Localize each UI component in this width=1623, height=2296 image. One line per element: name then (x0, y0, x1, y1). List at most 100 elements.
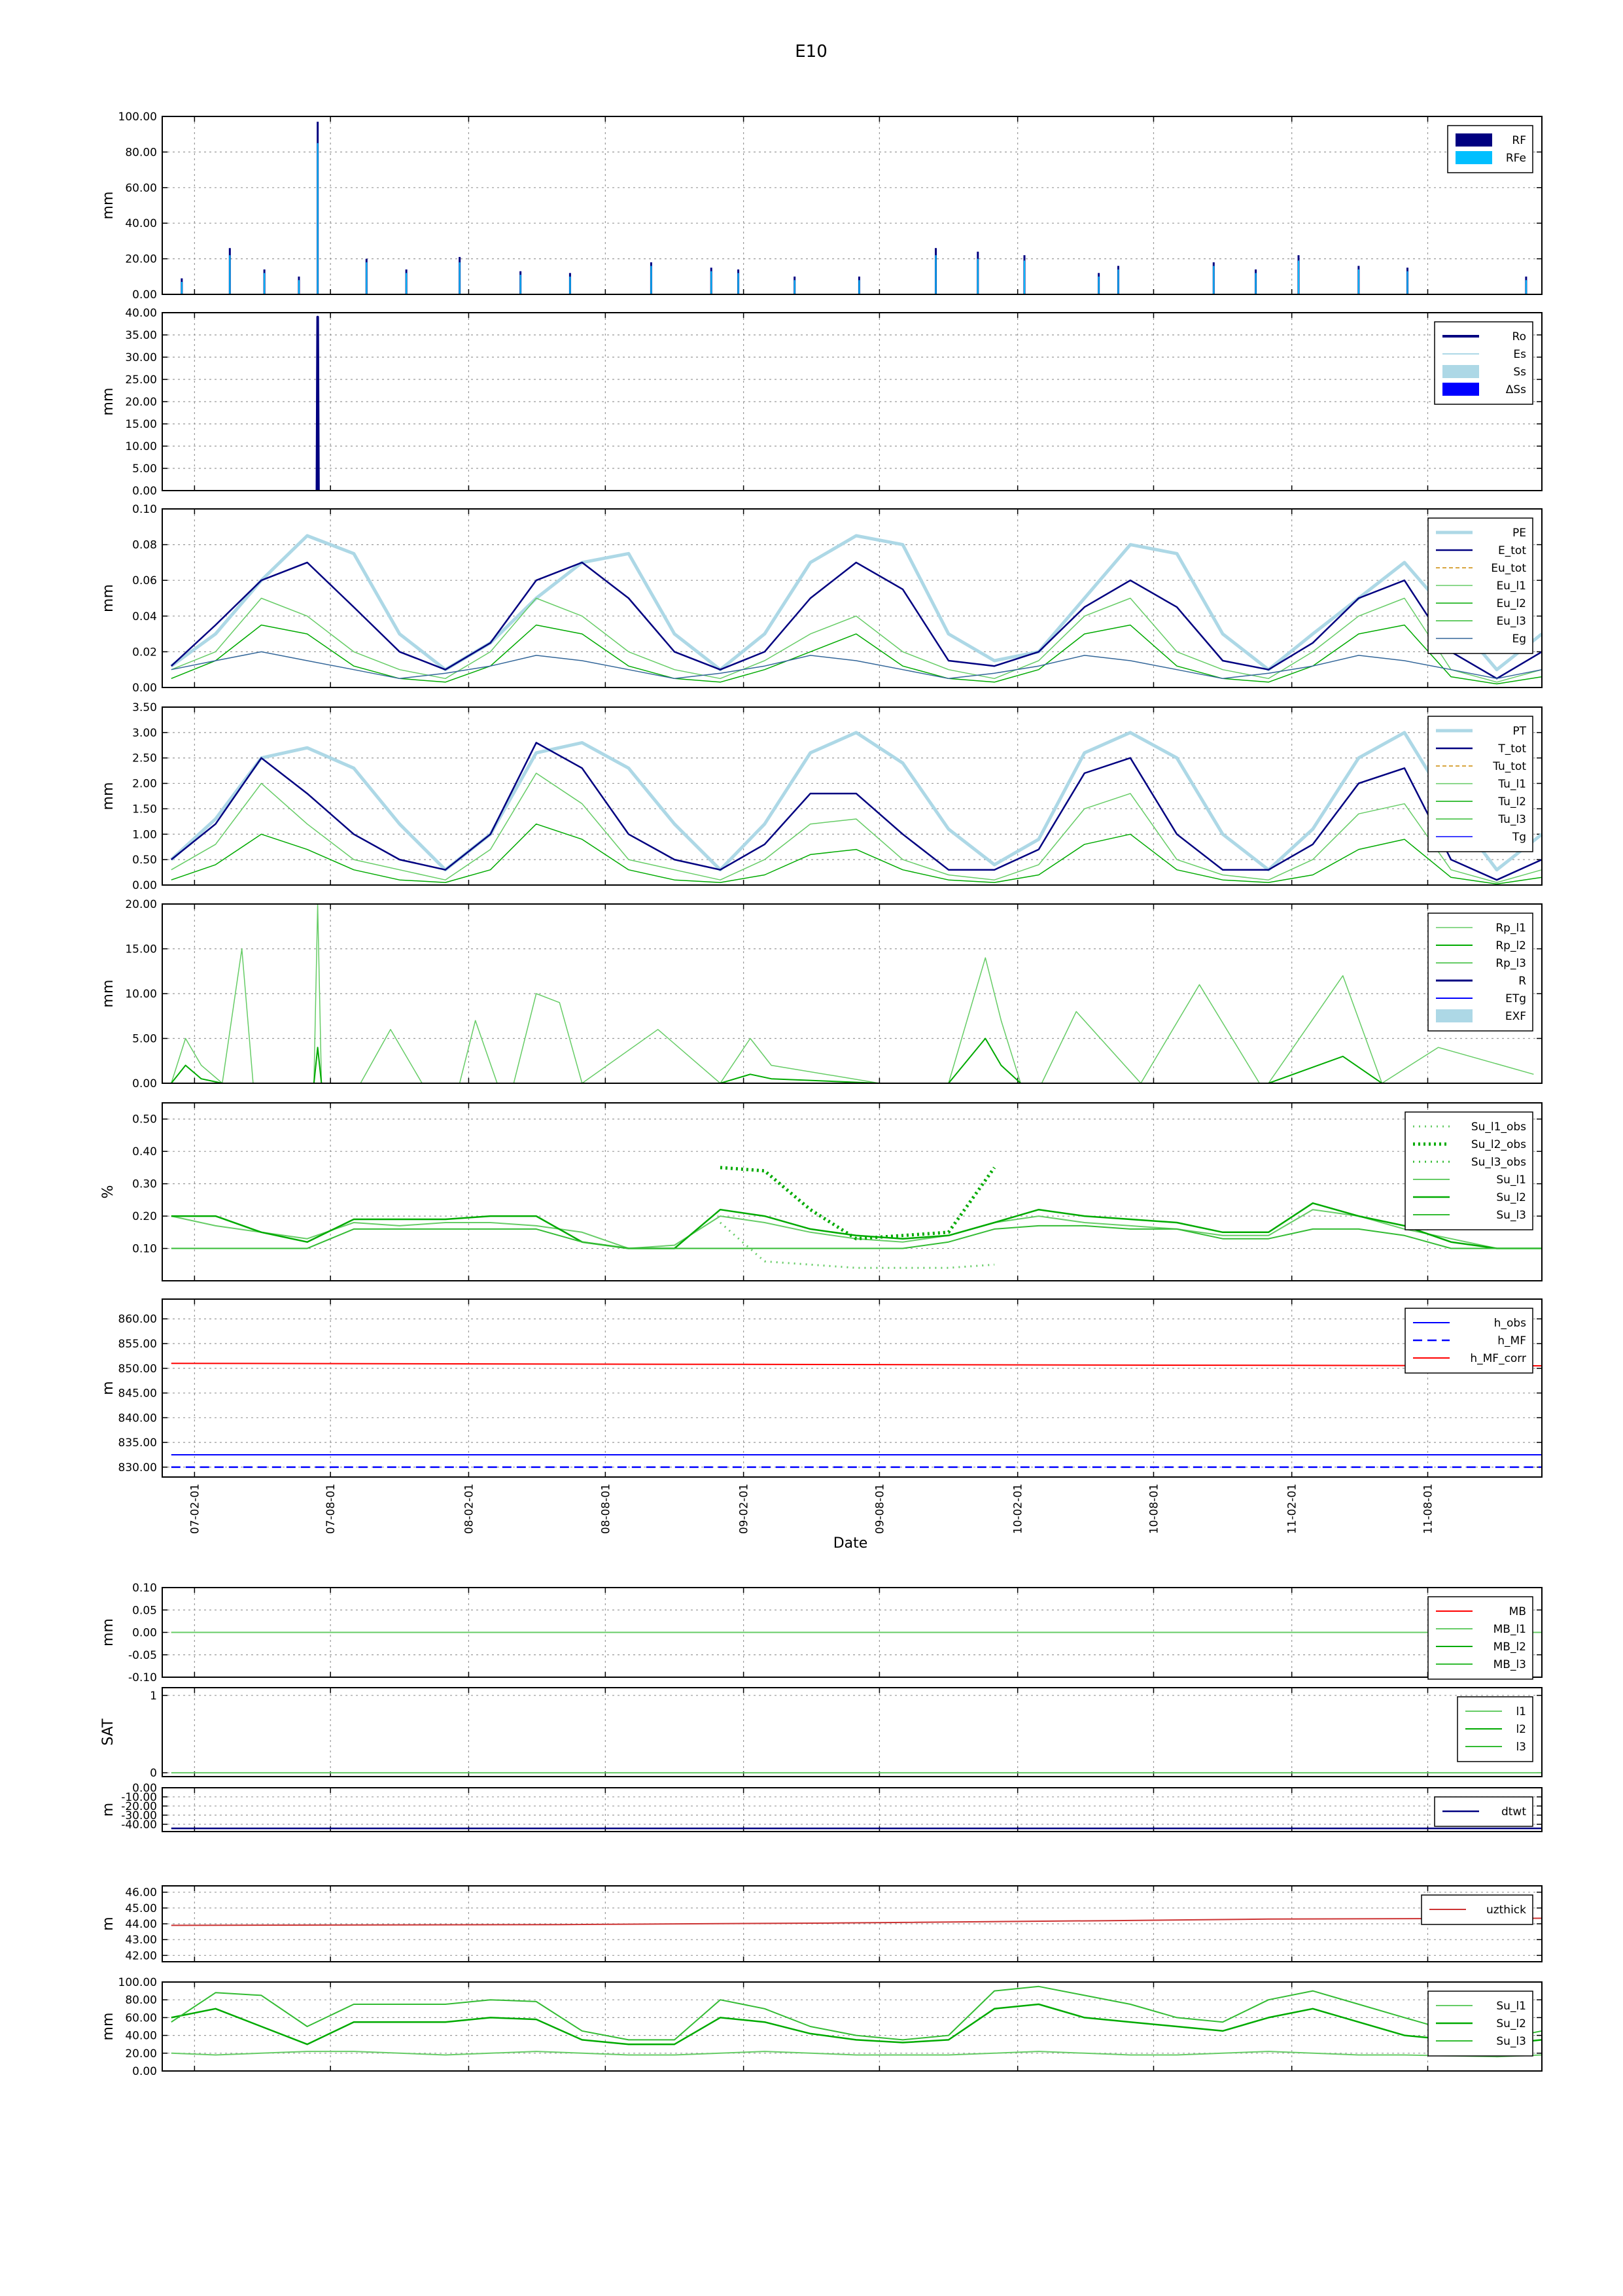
y-tick-label: 0.06 (132, 574, 157, 587)
legend-label-Eu_l3: Eu_l3 (1496, 615, 1526, 628)
y-tick-label: 840.00 (118, 1412, 157, 1425)
y-tick-label: 0.20 (132, 1210, 157, 1223)
legend-label-MB_l2: MB_l2 (1493, 1641, 1526, 1654)
y-axis-label: m (100, 1917, 116, 1930)
panel-6: 0.500.400.300.200.10%Su_l1_obsSu_l2_obsS… (100, 1102, 1543, 1281)
y-tick-label: 20.00 (125, 898, 157, 911)
x-axis-label: Date (833, 1535, 868, 1552)
legend-label-h_MF_corr: h_MF_corr (1470, 1352, 1526, 1365)
y-axis-label: m (100, 1803, 116, 1817)
date-tick-label: 07-08-01 (324, 1484, 338, 1534)
legend-swatch-RF (1456, 133, 1492, 147)
panel-7: 860.00 855.00 850.00 845.00 840.00 835.00 830.… (100, 1298, 1543, 1478)
y-tick-label: 46.00 (125, 1887, 157, 1900)
plot-frame (162, 1981, 1543, 2072)
y-tick-label: 0.00 (132, 1077, 157, 1090)
series-Eg (171, 651, 1543, 680)
series-Rp_l2 (171, 1037, 1534, 1084)
series-Su_l1_obs (720, 1221, 995, 1269)
legend-label-PT: PT (1512, 725, 1526, 738)
panel-11: 46.00 45.00 44.00 43.00 42.00 m uzthick (100, 1885, 1543, 1962)
y-tick-label: 1.00 (132, 828, 157, 841)
plot-frame (162, 1102, 1543, 1281)
legend-label-Eu_l1: Eu_l1 (1496, 580, 1526, 593)
y-tick-label: 1 (150, 1690, 157, 1703)
y-tick-label: 845.00 (118, 1387, 157, 1400)
legend-box (1447, 125, 1533, 173)
legend: Ro Es Ss ΔSs (1434, 321, 1533, 405)
y-tick-label: 15.00 (125, 943, 157, 956)
y-axis-label: mm (100, 192, 116, 220)
legend-label-l1: l1 (1516, 1705, 1526, 1718)
legend-label-RF: RF (1512, 134, 1526, 147)
plot-frame (162, 1298, 1543, 1478)
legend-swatch-RFe (1456, 151, 1492, 164)
series-Su_l2_obs (720, 1166, 996, 1241)
y-tick-label: 860.00 (118, 1313, 157, 1326)
legend-label-Eu_l2: Eu_l2 (1496, 597, 1526, 610)
date-tick-label: 07-02-01 (188, 1484, 201, 1534)
legend-label-Su_l3: Su_l3 (1496, 2035, 1526, 2048)
y-tick-label: 80.00 (125, 146, 157, 159)
series-Ro (315, 315, 320, 491)
y-tick-label: 3.50 (132, 701, 157, 714)
legend-label-T_tot: T_tot (1497, 742, 1526, 756)
date-axis: 07-02-01 07-08-01 08-02-01 08-08-01 09-02-01… (188, 1484, 1435, 1534)
y-tick-label: 80.00 (125, 1994, 157, 2007)
y-tick-label: 1.50 (132, 803, 157, 816)
y-tick-label: 40.00 (125, 217, 157, 230)
y-tick-label: 100.00 (118, 1976, 157, 1989)
y-tick-label: 0.00 (132, 1627, 157, 1640)
y-tick-label: 0.10 (132, 1582, 157, 1595)
y-tick-label: 2.00 (132, 778, 157, 791)
y-tick-label: 0.00 (132, 288, 157, 302)
legend: Su_l1 Su_l2 Su_l3 (1427, 1991, 1533, 2057)
panel-9: 1 0 SAT l1 l2 l3 (100, 1687, 1543, 1780)
legend: PT T_tot Tu_tot Tu_l1 Tu_l2 Tu_l3 Tg (1427, 716, 1533, 852)
legend-label-Su_l3: Su_l3 (1496, 1209, 1526, 1222)
legend-label-EXF: EXF (1505, 1010, 1526, 1023)
legend-swatch-EXF (1436, 1009, 1473, 1022)
y-tick-label: 0.10 (132, 503, 157, 516)
legend-label-Ss: Ss (1513, 366, 1526, 379)
legend-label-Eg: Eg (1512, 633, 1526, 646)
panel-4: 3.50 3.00 2.50 2.00 1.50 1.00 0.50 0.00 mm PT T_to… (100, 701, 1543, 892)
y-tick-label: 15.00 (125, 418, 157, 431)
series-Tu_l2 (171, 823, 1543, 885)
legend-label-Es: Es (1513, 348, 1526, 361)
y-tick-label: 0.08 (132, 539, 157, 552)
y-tick-label: 40.00 (125, 307, 157, 320)
plot-frame (162, 116, 1543, 295)
y-tick-label: 60.00 (125, 2011, 157, 2025)
legend-swatch-Ss (1442, 365, 1479, 378)
y-tick-label: 855.00 (118, 1338, 157, 1351)
legend-label-ETg: ETg (1505, 992, 1526, 1005)
series-Eu_l1 (171, 597, 1543, 683)
y-tick-label: 0.50 (132, 1113, 157, 1126)
y-axis-label: mm (100, 782, 116, 810)
legend: h_obs h_MF h_MF_corr (1405, 1308, 1533, 1374)
y-tick-label: 0.10 (132, 1243, 157, 1256)
y-tick-label: 0.00 (132, 879, 157, 892)
y-axis-label: % (100, 1185, 116, 1199)
date-tick-label: 09-02-01 (738, 1484, 751, 1534)
y-tick-label: 5.00 (132, 462, 157, 476)
y-tick-label: 0.40 (132, 1145, 157, 1158)
legend-label-Rp_l2: Rp_l2 (1495, 939, 1526, 952)
legend-label-Rp_l1: Rp_l1 (1495, 922, 1526, 935)
y-tick-label: 20.00 (125, 396, 157, 409)
legend-label-Su_l3_obs: Su_l3_obs (1471, 1156, 1526, 1169)
legend: Su_l1_obs Su_l2_obs Su_l3_obs Su_l1 Su_l2 Su_… (1405, 1111, 1533, 1230)
y-tick-label: 0.02 (132, 646, 157, 659)
series-Su_l1 (171, 2051, 1543, 2058)
y-tick-label: 2.50 (132, 752, 157, 765)
y-tick-label: 40.00 (125, 2030, 157, 2043)
legend: MB MB_l1 MB_l2 MB_l3 (1427, 1596, 1533, 1680)
y-tick-label: 42.00 (125, 1949, 157, 1962)
date-tick-label: 10-02-01 (1012, 1484, 1025, 1534)
panel-12: 100.0080.0060.0040.0020.000.00mmSu_l1Su_… (100, 1976, 1543, 2078)
date-tick-label: 11-08-01 (1422, 1484, 1435, 1534)
panel-2: 40.00 35.00 30.00 25.00 20.00 15.00 10.00 5.00 0… (100, 307, 1543, 498)
legend-label-Su_l2: Su_l2 (1496, 2017, 1526, 2030)
legend-label-PE: PE (1512, 527, 1526, 540)
